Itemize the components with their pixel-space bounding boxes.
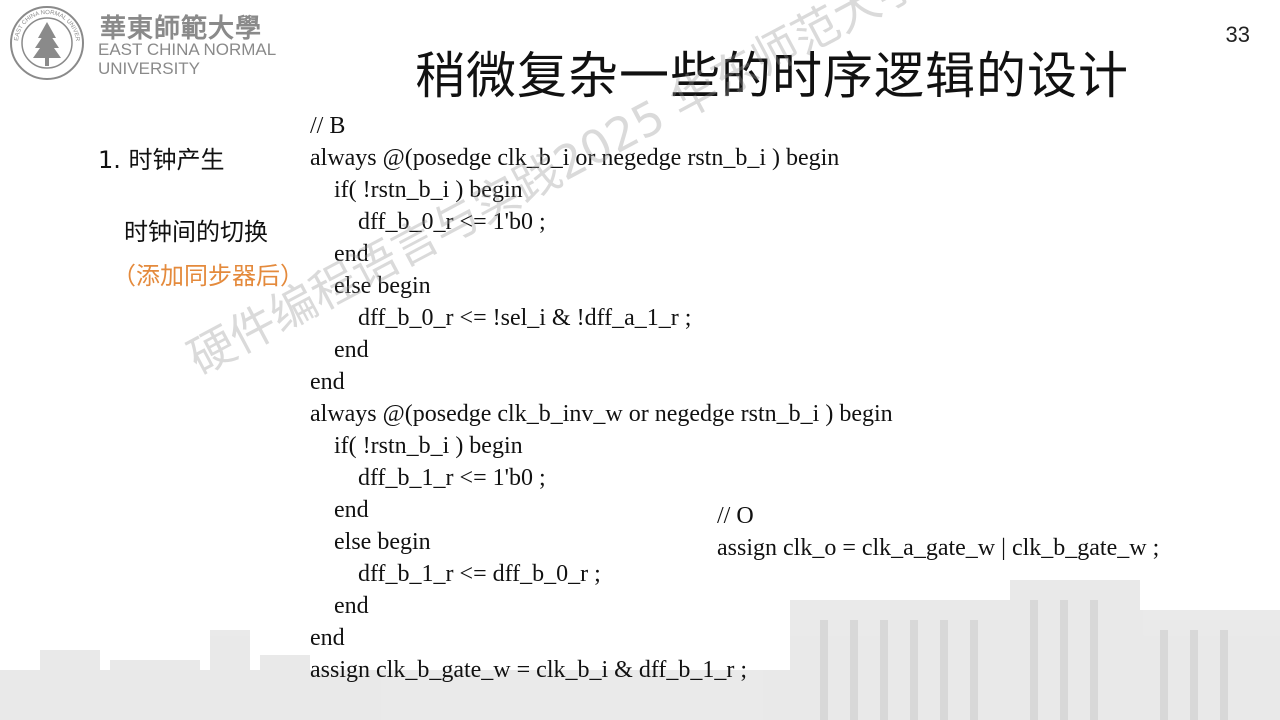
code-line: assign clk_b_gate_w = clk_b_i & dff_b_1_… bbox=[310, 657, 748, 683]
code-line: always @(posedge clk_b_i or negedge rstn… bbox=[310, 145, 840, 171]
code-line: // O bbox=[717, 503, 754, 529]
code-line: dff_b_0_r <= !sel_i & !dff_a_1_r ; bbox=[310, 305, 692, 331]
code-line: dff_b_1_r <= 1'b0 ; bbox=[310, 465, 546, 491]
university-logo: EAST CHINA NORMAL UNIVERSITY 華東師範大學 EAST… bbox=[8, 4, 298, 84]
code-line: end bbox=[310, 625, 345, 651]
code-line: end bbox=[310, 337, 369, 363]
outline-item-synchronizer-note: （添加同步器后） bbox=[112, 262, 304, 290]
university-name-en-line1: EAST CHINA NORMAL bbox=[98, 40, 277, 59]
university-name-en: EAST CHINA NORMAL UNIVERSITY bbox=[98, 40, 276, 78]
code-line: always @(posedge clk_b_inv_w or negedge … bbox=[310, 401, 893, 427]
code-line: assign clk_o = clk_a_gate_w | clk_b_gate… bbox=[717, 535, 1160, 561]
code-block-b: // B always @(posedge clk_b_i or negedge… bbox=[310, 110, 893, 686]
code-line: if( !rstn_b_i ) begin bbox=[310, 433, 523, 459]
university-seal-icon: EAST CHINA NORMAL UNIVERSITY bbox=[8, 4, 84, 80]
page-number: 33 bbox=[1225, 22, 1250, 47]
outline-item-clock-generation: 1. 时钟产生 bbox=[98, 146, 225, 174]
code-line: if( !rstn_b_i ) begin bbox=[310, 177, 523, 203]
outline-item-clock-switching: 时钟间的切换 bbox=[124, 218, 268, 246]
code-line: end bbox=[310, 369, 345, 395]
code-line: end bbox=[310, 241, 369, 267]
code-block-o: // O assign clk_o = clk_a_gate_w | clk_b… bbox=[717, 500, 1159, 564]
code-line: end bbox=[310, 593, 369, 619]
code-line: // B bbox=[310, 113, 346, 139]
code-line: dff_b_0_r <= 1'b0 ; bbox=[310, 209, 546, 235]
code-line: else begin bbox=[310, 273, 431, 299]
slide-title: 稍微复杂一些的时序逻辑的设计 bbox=[415, 47, 1129, 105]
university-name-en-line2: UNIVERSITY bbox=[98, 59, 201, 78]
